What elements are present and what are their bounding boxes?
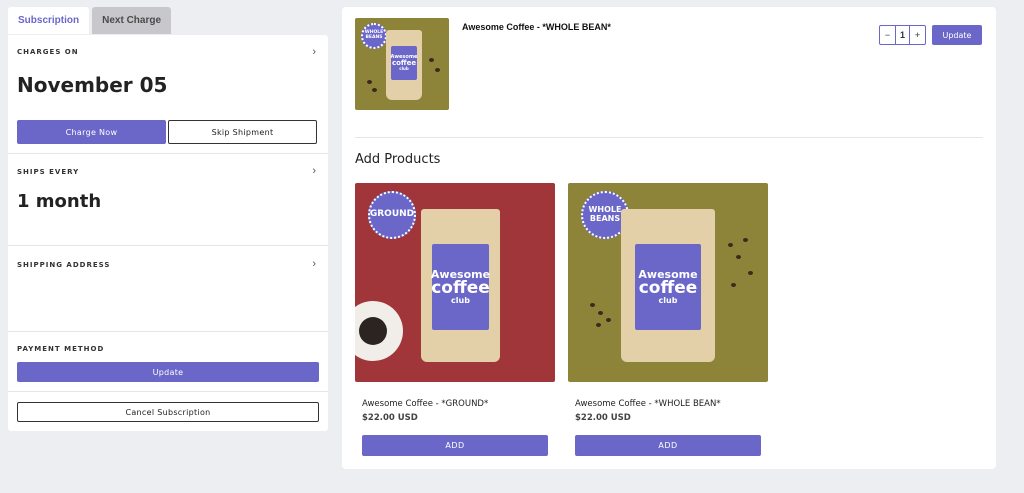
cancel-subscription-button[interactable]: Cancel Subscription [17, 402, 319, 422]
payment-method-label: PAYMENT METHOD [17, 345, 105, 353]
subscription-panel: Subscription Next Charge CHARGES ON › No… [8, 7, 328, 431]
shipping-address-label: SHIPPING ADDRESS [17, 261, 111, 269]
coffee-bag-image: Awesome coffee club [621, 209, 715, 362]
product-card-whole-bean: WHOLE BEANS Awesome coffee club Awesome … [568, 183, 768, 456]
bean-decor [748, 271, 753, 275]
charges-on-section[interactable]: CHARGES ON › November 05 Charge Now Skip… [8, 35, 328, 154]
quantity-value[interactable]: 1 [895, 26, 910, 44]
payment-method-section: PAYMENT METHOD Update [8, 332, 328, 392]
product-image[interactable]: GROUND Awesome coffee club [355, 183, 555, 382]
tab-bar: Subscription Next Charge [8, 7, 328, 35]
skip-shipment-button[interactable]: Skip Shipment [168, 120, 317, 144]
decrease-button[interactable]: − [880, 26, 895, 44]
bean-decor [429, 58, 434, 62]
product-price: $22.00 USD [362, 413, 418, 423]
bag-label-line3: club [451, 296, 470, 305]
divider [355, 137, 983, 138]
current-item-image: WHOLE BEANS Awesome coffee club [355, 18, 449, 110]
payment-update-button[interactable]: Update [17, 362, 319, 382]
chevron-right-icon[interactable]: › [312, 46, 316, 58]
ships-every-label: SHIPS EVERY [17, 168, 80, 176]
bean-decor [606, 318, 611, 322]
bag-label-line2: coffee [431, 278, 490, 298]
product-name: Awesome Coffee - *GROUND* [362, 399, 489, 409]
tab-subscription[interactable]: Subscription [8, 7, 90, 34]
chevron-right-icon[interactable]: › [312, 165, 316, 177]
bean-decor [367, 80, 372, 84]
coffee-cup-image [355, 301, 403, 361]
charges-on-label: CHARGES ON [17, 48, 79, 56]
bean-decor [736, 255, 741, 259]
add-product-button[interactable]: ADD [575, 435, 761, 456]
item-badge: WHOLE BEANS [361, 23, 387, 49]
ships-every-section[interactable]: SHIPS EVERY › 1 month [8, 154, 328, 246]
increase-button[interactable]: + [910, 26, 925, 44]
coffee-liquid [359, 317, 387, 345]
add-product-button[interactable]: ADD [362, 435, 548, 456]
bag-label-line3: club [658, 296, 678, 305]
bean-decor [743, 238, 748, 242]
charges-on-date: November 05 [17, 73, 168, 97]
update-quantity-button[interactable]: Update [932, 25, 982, 45]
bean-decor [435, 68, 440, 72]
ships-every-value: 1 month [17, 191, 102, 212]
product-card-ground: GROUND Awesome coffee club Awesome Coffe… [355, 183, 555, 456]
shipping-address-section[interactable]: SHIPPING ADDRESS › [8, 246, 328, 332]
bean-decor [372, 88, 377, 92]
chevron-right-icon[interactable]: › [312, 258, 316, 270]
bag-label: Awesome coffee club [431, 244, 490, 330]
bag-label-line2: coffee [638, 278, 698, 298]
bag-label: Awesome coffee club [635, 244, 701, 330]
product-price: $22.00 USD [575, 413, 631, 423]
product-name: Awesome Coffee - *WHOLE BEAN* [575, 399, 721, 409]
quantity-stepper[interactable]: − 1 + [879, 25, 926, 45]
subscription-card: CHARGES ON › November 05 Charge Now Skip… [8, 35, 328, 431]
coffee-bag-image: Awesome coffee club [386, 30, 422, 100]
bag-label-line3: club [399, 66, 409, 71]
tab-next-charge[interactable]: Next Charge [92, 7, 172, 34]
product-image[interactable]: WHOLE BEANS Awesome coffee club [568, 183, 768, 382]
current-item-title: Awesome Coffee - *WHOLE BEAN* [462, 22, 611, 32]
bean-decor [731, 283, 736, 287]
coffee-bag-image: Awesome coffee club [421, 209, 500, 362]
bean-decor [728, 243, 733, 247]
bean-decor [596, 323, 601, 327]
charge-now-button[interactable]: Charge Now [17, 120, 166, 144]
product-badge: GROUND [368, 191, 416, 239]
add-products-title: Add Products [355, 152, 441, 167]
bean-decor [598, 311, 603, 315]
products-panel: WHOLE BEANS Awesome coffee club Awesome … [342, 7, 996, 469]
bean-decor [590, 303, 595, 307]
bag-label: Awesome coffee club [391, 46, 417, 80]
